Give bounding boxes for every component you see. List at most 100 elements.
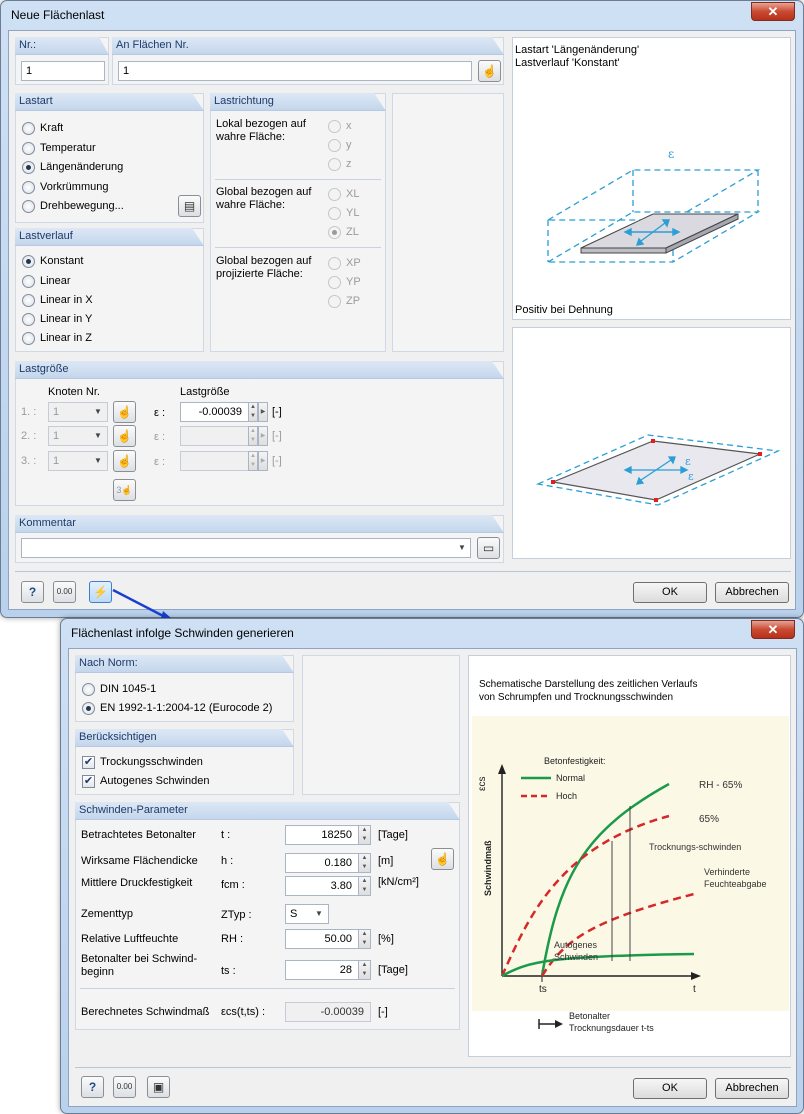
radio-yp[interactable] <box>328 276 341 289</box>
units-icon[interactable]: 0.00 <box>53 581 76 603</box>
label-autogen-2: Schwinden <box>554 952 598 962</box>
lastgroesse-input-3[interactable] <box>180 451 249 471</box>
radio-zp-label: ZP <box>346 295 361 307</box>
radio-linear-y[interactable] <box>22 313 35 326</box>
label-verhindert-2: Feuchteabgabe <box>704 879 767 889</box>
preview-line2: Lastverlauf 'Konstant' <box>515 57 620 69</box>
shrinkage-curve-chart: Betonfestigkeit: Normal Hoch εcs Schwind… <box>472 716 789 1033</box>
lastgroesse-input-2[interactable] <box>180 426 249 446</box>
kommentar-label: Kommentar <box>15 515 504 533</box>
betonalter-input[interactable]: 18250 <box>285 825 359 845</box>
lokal-label: Lokal bezogen auf wahre Fläche: <box>216 118 306 143</box>
pick-surface-icon[interactable]: ☝ <box>478 60 501 82</box>
radio-kraft-label: Kraft <box>40 122 64 134</box>
title-bar[interactable]: Flächenlast infolge Schwinden generieren… <box>61 619 803 649</box>
y-axis-symbol: εcs <box>477 777 488 791</box>
flaechendicke-input[interactable]: 0.180 <box>285 853 359 873</box>
radio-z-label: z <box>346 158 352 170</box>
radio-z[interactable] <box>328 158 341 171</box>
druckfestigkeit-input[interactable]: 3.80 <box>285 876 359 896</box>
cancel-button[interactable]: Abbrechen <box>715 1078 789 1099</box>
param-label: Zementtyp <box>81 908 133 920</box>
checkbox-trocknung[interactable]: ✔ <box>82 756 95 769</box>
radio-kraft[interactable] <box>22 122 35 135</box>
export-icon[interactable]: ▣ <box>147 1076 170 1098</box>
pick-node-icon[interactable]: ☝ <box>113 425 136 447</box>
preview-line1: Lastart 'Längenänderung' <box>515 44 640 56</box>
radio-laengenaenderung[interactable] <box>22 161 35 174</box>
arrow-right-icon[interactable]: ▶ <box>258 451 268 471</box>
radio-zp[interactable] <box>328 295 341 308</box>
global-proj-label: Global bezogen auf projizierte Fläche: <box>216 255 312 280</box>
label-verhindert-1: Verhinderte <box>704 867 750 877</box>
spin-button[interactable]: ▲ ▼ <box>248 426 258 446</box>
epsilon-symbol: ε : <box>154 407 166 419</box>
lastgroesse-input-1[interactable]: -0.00039 <box>180 402 249 422</box>
radio-xl[interactable] <box>328 188 341 201</box>
units-icon[interactable]: 0.00 <box>113 1076 136 1098</box>
radio-yl[interactable] <box>328 207 341 220</box>
spin-button[interactable]: ▲ ▼ <box>248 402 258 422</box>
kommentar-library-icon[interactable]: ▭ <box>477 537 500 559</box>
radio-konstant[interactable] <box>22 255 35 268</box>
help-icon[interactable]: ? <box>81 1076 104 1098</box>
surface-load-3d-icon: ε <box>545 147 761 263</box>
footer-divider <box>75 1067 791 1068</box>
radio-linear[interactable] <box>22 275 35 288</box>
lastart-group: Lastart Kraft Temperatur Längenänderung … <box>15 93 204 223</box>
luftfeuchte-input[interactable]: 50.00 <box>285 929 359 949</box>
kommentar-input[interactable] <box>21 538 471 558</box>
lastgroesse-label: Lastgröße <box>15 361 504 379</box>
radio-linear-y-label: Linear in Y <box>40 313 93 325</box>
drehbewegung-settings-icon[interactable]: ▤ <box>178 195 201 217</box>
radio-vorkruemmung-label: Vorkrümmung <box>40 181 109 193</box>
divider <box>215 179 381 180</box>
spin-button[interactable]: ▲ ▼ <box>358 825 371 845</box>
spin-button[interactable]: ▲ ▼ <box>248 451 258 471</box>
cancel-button[interactable]: Abbrechen <box>715 582 789 603</box>
radio-vorkruemmung[interactable] <box>22 181 35 194</box>
flaechen-input[interactable]: 1 <box>118 61 472 81</box>
checkbox-autogen-label: Autogenes Schwinden <box>100 775 210 787</box>
radio-linear-z[interactable] <box>22 332 35 345</box>
spin-button[interactable]: ▲ ▼ <box>358 929 371 949</box>
spin-button[interactable]: ▲ ▼ <box>358 960 371 980</box>
pick-node-icon[interactable]: ☝ <box>113 450 136 472</box>
close-button[interactable]: ✕ <box>751 620 795 639</box>
pick-nodes-icon[interactable]: 3☝ <box>113 479 136 501</box>
ok-button[interactable]: OK <box>633 1078 707 1099</box>
checkbox-autogen[interactable]: ✔ <box>82 775 95 788</box>
flaechen-label: An Flächen Nr. <box>112 37 504 55</box>
dialog-body: Nr.: 1 An Flächen Nr. 1 ☝ Lastart Kraft … <box>8 30 796 610</box>
ok-button[interactable]: OK <box>633 582 707 603</box>
legend-hoch: Hoch <box>556 791 577 801</box>
radio-en[interactable] <box>82 702 95 715</box>
chevron-down-icon: ▼ <box>94 407 102 416</box>
parameter-label: Schwinden-Parameter <box>75 802 460 820</box>
schwindbeginn-input[interactable]: 28 <box>285 960 359 980</box>
radio-y[interactable] <box>328 139 341 152</box>
title-bar[interactable]: Neue Flächenlast ✕ <box>1 1 803 31</box>
close-button[interactable]: ✕ <box>751 2 795 21</box>
help-icon[interactable]: ? <box>21 581 44 603</box>
radio-x[interactable] <box>328 120 341 133</box>
pick-node-icon[interactable]: ☝ <box>113 401 136 423</box>
nr-input[interactable]: 1 <box>21 61 105 81</box>
param-symbol: fcm : <box>221 879 245 891</box>
radio-temperatur[interactable] <box>22 142 35 155</box>
radio-din[interactable] <box>82 683 95 696</box>
arrow-right-icon[interactable]: ▶ <box>258 402 268 422</box>
radio-linear-x[interactable] <box>22 294 35 307</box>
radio-zl[interactable] <box>328 226 341 239</box>
radio-xp[interactable] <box>328 257 341 270</box>
spin-button[interactable]: ▲ ▼ <box>358 853 371 873</box>
global-wahr-label: Global bezogen auf wahre Fläche: <box>216 186 312 211</box>
x-label-t: t <box>693 984 696 995</box>
footer-divider <box>15 571 791 572</box>
pick-thickness-icon[interactable]: ☝ <box>431 848 454 870</box>
spin-button[interactable]: ▲ ▼ <box>358 876 371 896</box>
arrow-right-icon[interactable]: ▶ <box>258 426 268 446</box>
radio-drehbewegung[interactable] <box>22 200 35 213</box>
legend-title: Betonfestigkeit: <box>544 756 606 766</box>
chevron-down-icon[interactable]: ▼ <box>454 539 470 557</box>
